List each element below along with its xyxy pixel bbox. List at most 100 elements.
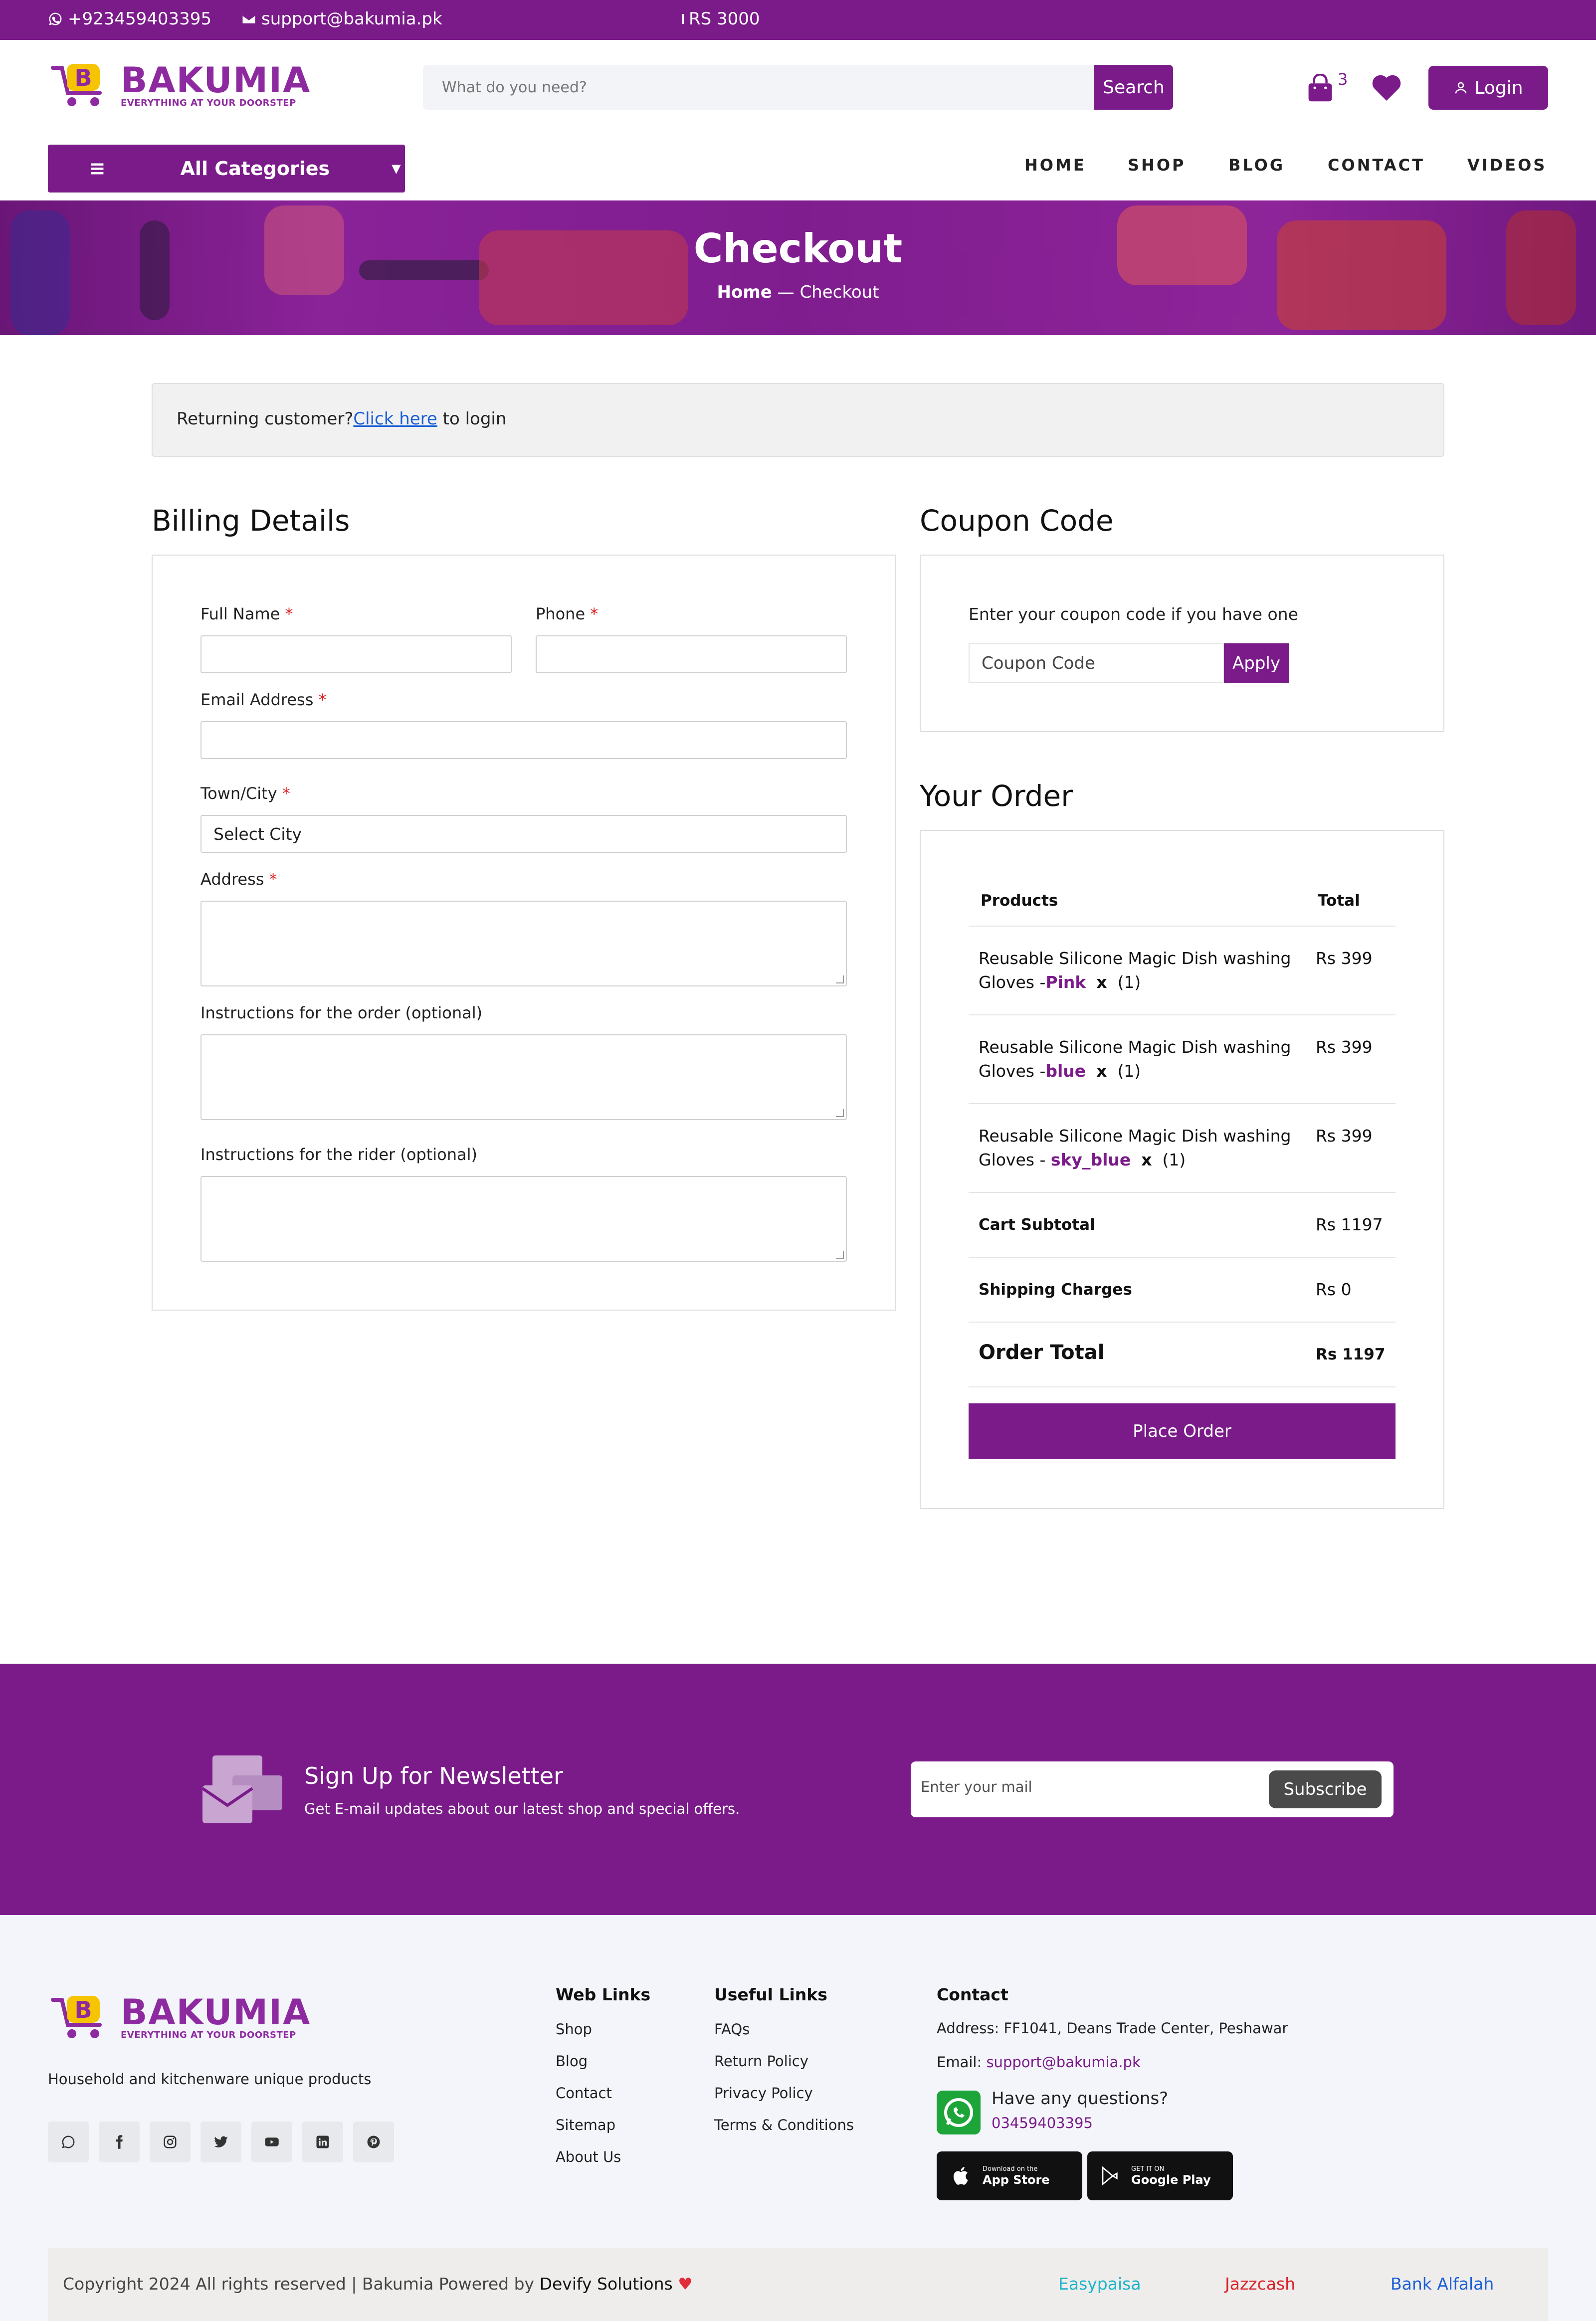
cart-count: 3 [1338, 70, 1348, 89]
address-label-text: Address [200, 870, 264, 889]
whatsapp-icon [49, 12, 62, 25]
apply-coupon-button[interactable]: Apply [1224, 643, 1289, 683]
contact-title: Contact [937, 1985, 1008, 2004]
newsletter-email-input[interactable]: Enter your mail [921, 1778, 1032, 1795]
whatsapp-icon[interactable] [937, 2091, 981, 2134]
footer-link-blog[interactable]: Blog [556, 2053, 588, 2070]
payment-easypaisa: Easypaisa [1058, 2274, 1141, 2294]
nav-home[interactable]: HOME [1024, 156, 1086, 175]
order-item-price: Rs 399 [1316, 1037, 1373, 1057]
twitter-icon[interactable] [200, 2122, 241, 2162]
footer-link-faqs[interactable]: FAQs [714, 2021, 750, 2038]
nav-contact[interactable]: CONTACT [1328, 156, 1425, 175]
nav-videos[interactable]: VIDEOS [1467, 156, 1547, 175]
newsletter-form: Enter your mail Subscribe [911, 1761, 1394, 1817]
order-instructions-textarea[interactable] [200, 1034, 847, 1120]
promo-divider [682, 14, 684, 24]
logo-text: BAKUMIA EVERYTHING AT YOUR DOORSTEP [121, 63, 311, 108]
required-mark: * [590, 604, 598, 623]
order-divider [969, 926, 1396, 927]
app-store-button[interactable]: Download on the App Store [937, 2151, 1082, 2200]
topbar-email[interactable]: support@bakumia.pk [241, 9, 442, 29]
site-logo[interactable]: B BAKUMIA EVERYTHING AT YOUR DOORSTEP [50, 58, 311, 113]
logo-cart-icon: B [51, 64, 102, 106]
order-item-name-prefix: Gloves - [979, 1061, 1046, 1081]
login-link[interactable]: Click here [353, 409, 437, 429]
subscribe-button[interactable]: Subscribe [1269, 1770, 1382, 1808]
order-divider [969, 1322, 1396, 1323]
place-order-button[interactable]: Place Order [969, 1403, 1396, 1459]
footer-link-terms[interactable]: Terms & Conditions [714, 2117, 854, 2133]
subtotal-value: Rs 1197 [1316, 1215, 1383, 1234]
shipping-label: Shipping Charges [979, 1281, 1132, 1299]
footer-link-privacy-policy[interactable]: Privacy Policy [714, 2085, 813, 2102]
facebook-icon[interactable] [99, 2122, 140, 2162]
all-categories-dropdown[interactable]: ≡ All Categories ▼ [48, 145, 405, 193]
topbar-phone-text: +923459403395 [68, 9, 212, 29]
required-mark: * [269, 870, 277, 889]
order-item-name: Reusable Silicone Magic Dish washing Glo… [979, 1035, 1291, 1083]
newsletter-mail-icon [202, 1755, 282, 1823]
useful-links-title: Useful Links [714, 1985, 827, 2004]
order-header-total: Total [1318, 892, 1360, 910]
order-item-qty-mark: x [1141, 1150, 1152, 1169]
returning-customer-notice: Returning customer?Click here to login [152, 383, 1444, 457]
order-item-variant: blue [1045, 1061, 1086, 1081]
contact-email-link[interactable]: support@bakumia.pk [986, 2054, 1140, 2071]
wishlist-heart-icon[interactable] [1372, 74, 1401, 102]
rider-instructions-textarea[interactable] [200, 1176, 847, 1262]
brand-name: BAKUMIA [121, 1991, 311, 2033]
city-label: Town/City * [200, 784, 290, 803]
footer-link-return-policy[interactable]: Return Policy [714, 2053, 808, 2070]
footer-logo[interactable]: B BAKUMIA EVERYTHING AT YOUR DOORSTEP [50, 1990, 311, 2045]
google-play-text: GET IT ON Google Play [1131, 2165, 1211, 2187]
contact-whatsapp-number[interactable]: 03459403395 [992, 2115, 1093, 2131]
billing-title: Billing Details [152, 504, 350, 538]
logo-text: BAKUMIA EVERYTHING AT YOUR DOORSTEP [121, 1995, 311, 2040]
topbar-phone[interactable]: +923459403395 [48, 9, 211, 29]
breadcrumb-home[interactable]: Home [717, 282, 772, 302]
footer-link-sitemap[interactable]: Sitemap [556, 2117, 615, 2133]
google-play-button[interactable]: GET IT ON Google Play [1087, 2151, 1233, 2200]
order-item-qty: (1) [1117, 1061, 1141, 1081]
login-button[interactable]: Login [1428, 66, 1548, 110]
shipping-value: Rs 0 [1316, 1280, 1352, 1299]
nav-shop[interactable]: SHOP [1128, 156, 1186, 175]
powered-by-link[interactable]: Devify Solutions [540, 2274, 673, 2294]
full-name-field[interactable] [200, 635, 512, 673]
nav-blog[interactable]: BLOG [1228, 156, 1285, 175]
user-icon [1455, 82, 1467, 94]
order-item-qty-mark: x [1096, 972, 1107, 992]
linkedin-icon[interactable] [302, 2122, 343, 2162]
login-label: Login [1474, 77, 1523, 98]
categories-label: All Categories [180, 158, 330, 180]
address-textarea[interactable] [200, 901, 847, 986]
coupon-input[interactable]: Coupon Code [969, 643, 1224, 683]
logo-letter: B [74, 64, 92, 91]
address-label: Address * [200, 870, 277, 889]
pinterest-icon[interactable] [353, 2122, 394, 2162]
footer-link-contact[interactable]: Contact [556, 2085, 612, 2102]
search-input[interactable] [423, 65, 1094, 110]
footer-link-shop[interactable]: Shop [556, 2021, 592, 2038]
order-divider [969, 1014, 1396, 1015]
youtube-icon[interactable] [251, 2122, 292, 2162]
phone-field[interactable] [536, 635, 847, 673]
instagram-icon[interactable] [150, 2122, 191, 2162]
city-select-value: Select City [213, 824, 302, 844]
search-button[interactable]: Search [1094, 65, 1173, 110]
whatsapp-icon[interactable] [48, 2122, 89, 2162]
order-item-name-line2: Gloves -Pink x (1) [979, 970, 1291, 994]
order-item-qty-mark: x [1096, 1061, 1107, 1081]
phone-label: Phone * [536, 604, 598, 623]
shopping-bag-icon [1308, 74, 1332, 102]
heart-icon: ♥ [678, 2274, 693, 2294]
breadcrumb-current: Checkout [799, 282, 879, 302]
web-links-title: Web Links [556, 1985, 651, 2004]
email-field[interactable] [200, 721, 847, 759]
footer-link-about[interactable]: About Us [556, 2148, 621, 2165]
order-item-name-line2: Gloves -blue x (1) [979, 1059, 1291, 1083]
cart-button[interactable]: 3 [1307, 70, 1348, 105]
order-item-name-line1: Reusable Silicone Magic Dish washing [979, 1037, 1291, 1057]
city-select[interactable]: Select City [200, 815, 847, 853]
